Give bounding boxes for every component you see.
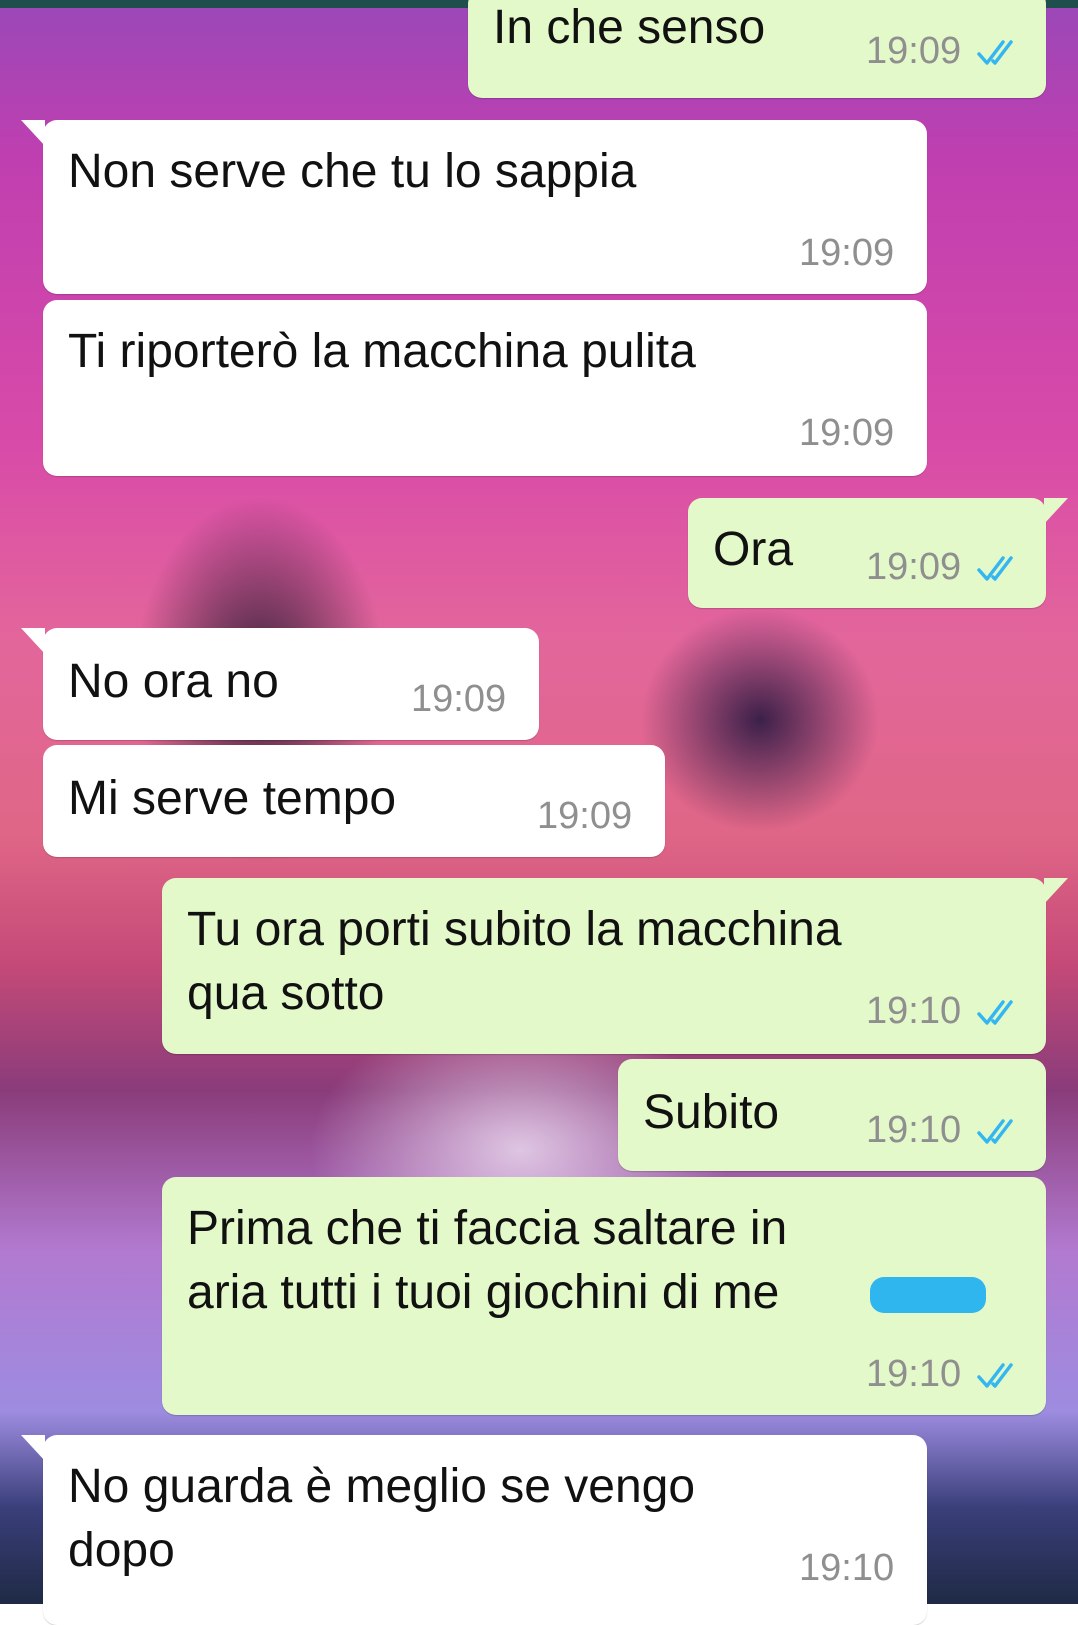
message-text: Ti riporterò la macchina pulita	[68, 325, 696, 378]
message-incoming[interactable]: No guarda è meglio se vengo dopo 19:10	[21, 1435, 927, 1625]
double-check-icon	[977, 556, 1013, 581]
message-time: 19:09	[866, 30, 962, 72]
message-text: No ora no	[68, 655, 279, 708]
message-time: 19:09	[799, 232, 895, 274]
message-outgoing[interactable]: In che senso 19:09	[468, 0, 1046, 98]
message-text-line-2: aria tutti i tuoi giochini di me	[187, 1266, 780, 1319]
message-text-line-2: qua sotto	[187, 967, 385, 1020]
message-text: Subito	[643, 1086, 780, 1139]
message-incoming[interactable]: No ora no 19:09	[21, 628, 539, 740]
message-incoming[interactable]: Non serve che tu lo sappia 19:09	[21, 120, 927, 294]
message-time: 19:09	[411, 678, 507, 720]
double-check-icon	[977, 1363, 1013, 1388]
message-incoming[interactable]: Mi serve tempo 19:09	[43, 745, 665, 857]
double-check-icon	[977, 1119, 1013, 1144]
message-text-line-2: dopo	[68, 1524, 175, 1577]
message-time: 19:10	[866, 1353, 962, 1395]
double-check-icon	[977, 40, 1013, 65]
message-text: Non serve che tu lo sappia	[68, 145, 637, 198]
double-check-icon	[977, 1000, 1013, 1025]
message-time: 19:09	[866, 546, 962, 588]
message-text: Mi serve tempo	[68, 772, 397, 825]
message-text: Ora	[713, 523, 794, 576]
message-outgoing[interactable]: Prima che ti faccia saltare in aria tutt…	[162, 1177, 1046, 1415]
message-text-line-1: No guarda è meglio se vengo	[68, 1460, 696, 1513]
message-time: 19:09	[537, 795, 633, 837]
message-time: 19:09	[799, 412, 895, 454]
message-incoming[interactable]: Ti riporterò la macchina pulita 19:09	[43, 300, 927, 476]
message-outgoing[interactable]: Ora 19:09	[688, 498, 1068, 608]
redaction-mark	[870, 1277, 986, 1313]
message-time: 19:10	[799, 1547, 895, 1589]
message-time: 19:10	[866, 1109, 962, 1151]
message-text-line-1: Tu ora porti subito la macchina	[187, 903, 842, 956]
message-outgoing[interactable]: Subito 19:10	[618, 1059, 1046, 1171]
message-text-line-1: Prima che ti faccia saltare in	[187, 1202, 788, 1255]
message-outgoing[interactable]: Tu ora porti subito la macchina qua sott…	[162, 878, 1068, 1054]
message-text: In che senso	[493, 1, 766, 54]
message-time: 19:10	[866, 990, 962, 1032]
